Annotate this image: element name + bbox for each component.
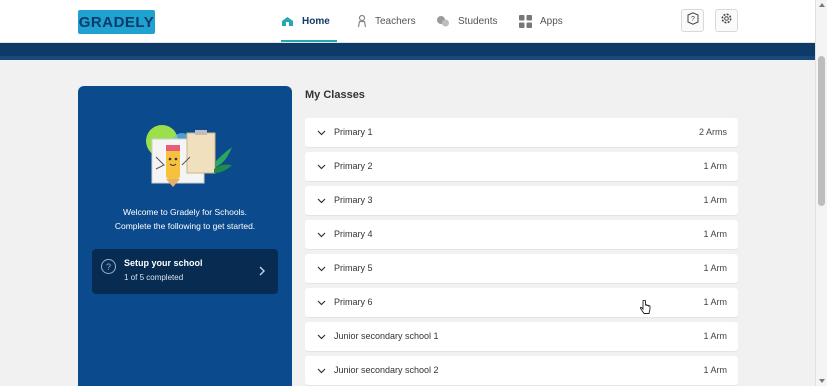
class-name: Primary 5	[334, 263, 373, 273]
setup-title: Setup your school	[124, 258, 203, 268]
top-header: GRADELY Home Teachers Students Apps ?	[0, 0, 815, 43]
class-arms: 2 Arms	[698, 127, 727, 137]
welcome-illustration	[142, 121, 232, 187]
nav-teachers-label: Teachers	[375, 16, 416, 27]
scroll-up-arrow-icon[interactable]	[819, 3, 825, 7]
chevron-down-icon	[317, 366, 326, 376]
class-row-primary-2[interactable]: Primary 2 1 Arm	[305, 152, 738, 181]
class-name: Junior secondary school 1	[334, 331, 439, 341]
nav-apps[interactable]: Apps	[519, 0, 563, 43]
class-arms: 1 Arm	[703, 229, 727, 239]
chevron-down-icon	[317, 162, 326, 172]
welcome-line-1: Welcome to Gradely for Schools.	[122, 207, 248, 217]
class-row-jss-1[interactable]: Junior secondary school 1 1 Arm	[305, 322, 738, 351]
welcome-line-2: Complete the following to get started.	[114, 221, 256, 231]
nav-teachers[interactable]: Teachers	[357, 0, 416, 43]
class-name: Primary 6	[334, 297, 373, 307]
school-icon	[281, 16, 294, 27]
chevron-down-icon	[317, 128, 326, 138]
apps-grid-icon	[519, 15, 532, 28]
my-classes-title: My Classes	[305, 89, 365, 101]
chevron-down-icon	[317, 298, 326, 308]
help-circle-icon: ?	[101, 259, 116, 274]
teacher-icon	[357, 15, 367, 28]
nav-home[interactable]: Home	[281, 0, 337, 43]
class-name: Primary 3	[334, 195, 373, 205]
chevron-right-icon	[258, 264, 266, 282]
chevron-down-icon	[317, 264, 326, 274]
class-name: Primary 1	[334, 127, 373, 137]
nav-home-label: Home	[302, 16, 330, 27]
svg-text:?: ?	[691, 16, 695, 23]
class-arms: 1 Arm	[703, 161, 727, 171]
help-button[interactable]: ?	[681, 9, 704, 32]
class-row-primary-6[interactable]: Primary 6 1 Arm	[305, 288, 738, 317]
chevron-down-icon	[317, 332, 326, 342]
chevron-down-icon	[317, 230, 326, 240]
hand-cursor-icon	[639, 299, 651, 320]
class-name: Primary 2	[334, 161, 373, 171]
welcome-panel: Welcome to Gradely for Schools. Complete…	[78, 86, 292, 386]
scrollbar-thumb[interactable]	[818, 56, 825, 206]
class-row-primary-4[interactable]: Primary 4 1 Arm	[305, 220, 738, 249]
setup-progress: 1 of 5 completed	[124, 273, 184, 282]
class-arms: 1 Arm	[703, 297, 727, 307]
header-banner	[0, 43, 815, 60]
settings-button[interactable]	[715, 9, 738, 32]
gear-icon	[720, 12, 733, 30]
active-tab-indicator	[281, 40, 337, 42]
class-arms: 1 Arm	[703, 263, 727, 273]
class-name: Junior secondary school 2	[334, 365, 439, 375]
class-arms: 1 Arm	[703, 365, 727, 375]
help-icon: ?	[687, 11, 699, 30]
class-name: Primary 4	[334, 229, 373, 239]
chevron-down-icon	[317, 196, 326, 206]
class-arms: 1 Arm	[703, 331, 727, 341]
gradely-logo[interactable]: GRADELY	[78, 10, 155, 34]
class-row-primary-5[interactable]: Primary 5 1 Arm	[305, 254, 738, 283]
nav-apps-label: Apps	[540, 16, 563, 27]
page-scrollbar[interactable]	[815, 0, 827, 386]
class-arms: 1 Arm	[703, 195, 727, 205]
class-row-primary-1[interactable]: Primary 1 2 Arms	[305, 118, 738, 147]
scroll-down-arrow-icon[interactable]	[819, 379, 825, 383]
setup-school-card[interactable]: ? Setup your school 1 of 5 completed	[92, 249, 278, 294]
nav-students-label: Students	[458, 16, 498, 27]
class-row-jss-2[interactable]: Junior secondary school 2 1 Arm	[305, 356, 738, 385]
class-row-primary-3[interactable]: Primary 3 1 Arm	[305, 186, 738, 215]
students-icon	[436, 15, 450, 28]
nav-students[interactable]: Students	[436, 0, 497, 43]
